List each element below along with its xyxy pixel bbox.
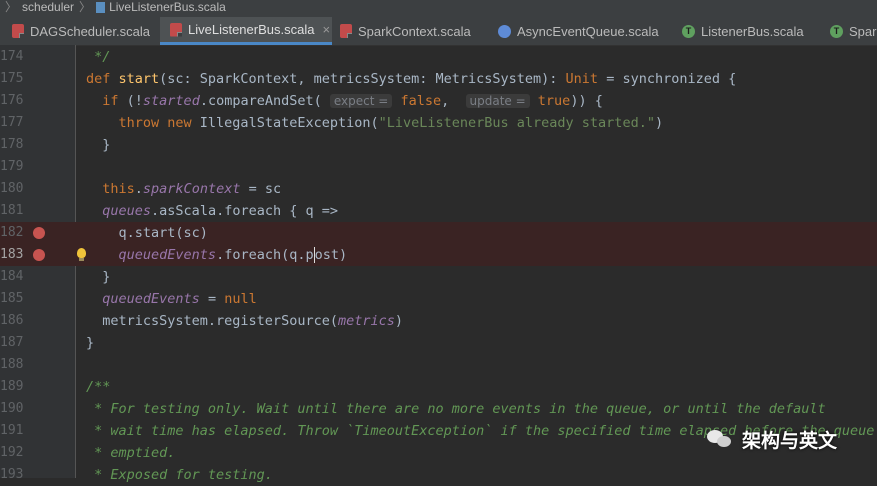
watermark-text: 架构与英文 xyxy=(742,429,838,452)
tab-livelistenerbus[interactable]: LiveListenerBus.scala × xyxy=(160,17,332,45)
tab-spark-partial[interactable]: T Spar xyxy=(824,17,877,45)
tab-label: LiveListenerBus.scala xyxy=(188,22,315,37)
code-line[interactable]: 187 } xyxy=(0,332,877,354)
breakpoint-icon[interactable] xyxy=(33,227,45,239)
code-line[interactable]: 178 } xyxy=(0,134,877,156)
breadcrumb: 〉 scheduler 〉 LiveListenerBus.scala xyxy=(0,0,877,17)
trait-icon: T xyxy=(682,24,695,38)
code-text: } xyxy=(86,335,95,351)
scala-file-icon xyxy=(12,24,24,38)
tab-label: ListenerBus.scala xyxy=(701,23,804,39)
code-text: q.start(sc) xyxy=(86,225,208,241)
code-text: * emptied. xyxy=(86,445,176,461)
breadcrumb-item-scheduler[interactable]: scheduler xyxy=(22,0,74,15)
breadcrumb-sep: 〉 xyxy=(79,0,92,14)
code-text: /** xyxy=(86,379,111,395)
code-line[interactable]: 190 * For testing only. Wait until there… xyxy=(0,398,877,420)
code-text: } xyxy=(86,137,111,153)
code-text: queues.asScala.foreach { q => xyxy=(102,203,338,219)
code-line[interactable]: 174 */ xyxy=(0,46,877,68)
line-number: 188 xyxy=(0,357,24,372)
line-number: 175 xyxy=(0,71,24,86)
parameter-hint: update = xyxy=(465,94,530,108)
line-number: 174 xyxy=(0,49,24,64)
text-caret xyxy=(313,247,315,263)
scala-file-icon xyxy=(340,24,352,38)
tab-label: Spar xyxy=(849,23,877,39)
parameter-hint: expect = xyxy=(329,94,393,108)
code-text: if (!started.compareAndSet( expect = fal… xyxy=(102,93,603,109)
code-text: * Exposed for testing. xyxy=(86,467,273,483)
line-number: 190 xyxy=(0,401,24,416)
code-text: queuedEvents = null xyxy=(102,291,257,307)
editor-tab-bar: DAGScheduler.scala LiveListenerBus.scala… xyxy=(0,17,877,46)
code-line[interactable]: 180 this.sparkContext = sc xyxy=(0,178,877,200)
code-line-breakpoint[interactable]: 182 q.start(sc) xyxy=(0,222,877,244)
line-number: 193 xyxy=(0,467,24,482)
tab-label: AsyncEventQueue.scala xyxy=(517,23,659,39)
code-line[interactable]: 186 metricsSystem.registerSource(metrics… xyxy=(0,310,877,332)
line-number: 191 xyxy=(0,423,24,438)
code-text: throw new IllegalStateException("LiveLis… xyxy=(118,115,664,131)
breadcrumb-item-file[interactable]: LiveListenerBus.scala xyxy=(109,0,226,15)
code-line-breakpoint[interactable]: 183 queuedEvents.foreach(q.post) xyxy=(0,244,877,266)
line-number: 192 xyxy=(0,445,24,460)
tab-dagscheduler[interactable]: DAGScheduler.scala xyxy=(4,17,160,45)
code-text: this.sparkContext = sc xyxy=(102,181,282,197)
trait-icon: T xyxy=(830,24,843,38)
tab-asynceventqueue[interactable]: AsyncEventQueue.scala xyxy=(490,17,667,45)
tab-label: SparkContext.scala xyxy=(358,23,471,39)
code-line[interactable]: 176 if (!started.compareAndSet( expect =… xyxy=(0,90,877,112)
line-number: 181 xyxy=(0,203,24,218)
tab-listenerbus[interactable]: T ListenerBus.scala xyxy=(676,17,824,45)
line-number: 187 xyxy=(0,335,24,350)
code-line[interactable]: 185 queuedEvents = null xyxy=(0,288,877,310)
line-number: 180 xyxy=(0,181,24,196)
close-icon[interactable]: × xyxy=(322,22,330,37)
watermark: 架构与英文 xyxy=(706,427,838,452)
code-line[interactable]: 177 throw new IllegalStateException("Liv… xyxy=(0,112,877,134)
code-text: metricsSystem.registerSource(metrics) xyxy=(86,313,404,329)
tab-label: DAGScheduler.scala xyxy=(30,23,150,39)
breadcrumb-sep: 〉 xyxy=(5,0,18,14)
line-number: 185 xyxy=(0,291,24,306)
code-text: * For testing only. Wait until there are… xyxy=(86,401,826,417)
lightbulb-icon[interactable] xyxy=(77,248,86,261)
code-line[interactable]: 184 } xyxy=(0,266,877,288)
code-text: queuedEvents.foreach(q.post) xyxy=(118,247,348,263)
wechat-icon xyxy=(706,428,734,450)
tab-sparkcontext[interactable]: SparkContext.scala xyxy=(332,17,490,45)
code-line[interactable]: 193 * Exposed for testing. xyxy=(0,464,877,486)
class-icon xyxy=(498,24,511,38)
line-number: 178 xyxy=(0,137,24,152)
line-number: 176 xyxy=(0,93,24,108)
line-number: 183 xyxy=(0,247,24,262)
line-number: 189 xyxy=(0,379,24,394)
line-number: 182 xyxy=(0,225,24,240)
scala-file-icon xyxy=(96,2,106,13)
line-number: 177 xyxy=(0,115,24,130)
line-number: 179 xyxy=(0,159,24,174)
code-line[interactable]: 179 xyxy=(0,156,877,178)
code-line[interactable]: 181 queues.asScala.foreach { q => xyxy=(0,200,877,222)
code-line[interactable]: 188 xyxy=(0,354,877,376)
scala-file-icon xyxy=(170,22,182,37)
code-editor[interactable]: 174 */ 175 def start(sc: SparkContext, m… xyxy=(0,45,877,483)
code-text: */ xyxy=(86,49,111,65)
line-number: 184 xyxy=(0,269,24,284)
code-text: } xyxy=(86,269,111,285)
code-line[interactable]: 175 def start(sc: SparkContext, metricsS… xyxy=(0,68,877,90)
code-line[interactable]: 189 /** xyxy=(0,376,877,398)
line-number: 186 xyxy=(0,313,24,328)
breakpoint-icon[interactable] xyxy=(33,249,45,261)
code-text: def start(sc: SparkContext, metricsSyste… xyxy=(86,71,737,87)
